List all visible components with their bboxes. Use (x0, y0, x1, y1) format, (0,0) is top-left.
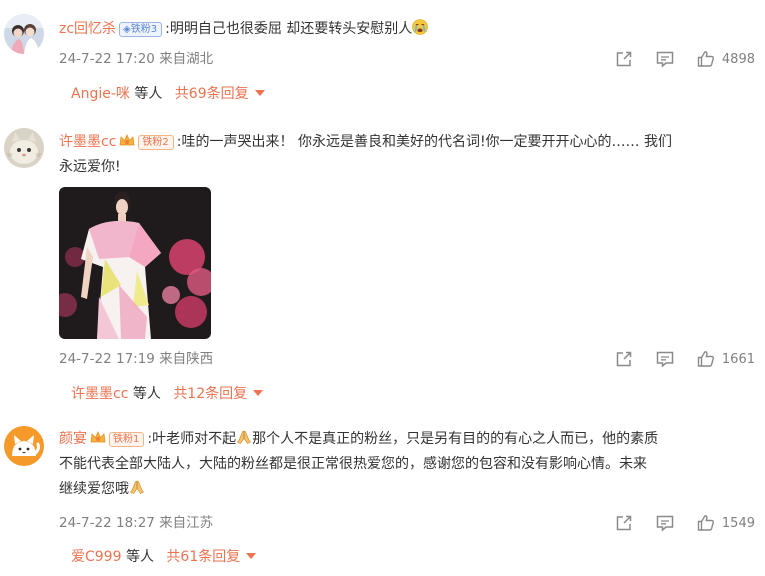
comment-item: zc回忆杀 ◈铁粉3:明明自己也很委屈 却还要转头安慰别人 24-7-22 17:… (0, 0, 765, 120)
comment-body-tail: 继续爱您哦 (59, 481, 129, 497)
praying-hands-emoji (237, 430, 252, 444)
comment-item: 颜宴 铁粉1:叶老师对不起 那个人不是真正的粉丝，只是另有目的的有心之人而已，他的素… (0, 410, 765, 576)
comment-body: :明明自己也很委屈 却还要转头安慰别人 (165, 21, 413, 37)
comment-timestamp: 24-7-22 18:27 来自江苏 (59, 515, 214, 531)
avatar[interactable] (4, 128, 44, 168)
reply-username[interactable]: Angie-咪 (71, 86, 130, 102)
comment-username[interactable]: zc回忆杀 (59, 21, 116, 37)
share-icon[interactable] (614, 349, 634, 369)
reply-count[interactable]: 共69条回复 (175, 86, 249, 102)
like-count: 1549 (721, 515, 755, 531)
share-icon[interactable] (614, 49, 634, 69)
reply-count[interactable]: 共61条回复 (166, 549, 240, 565)
comment-attached-photo[interactable] (59, 187, 211, 339)
praying-hands-emoji (130, 480, 144, 494)
share-icon[interactable] (614, 513, 634, 533)
comment-text: 颜宴 铁粉1:叶老师对不起 那个人不是真正的粉丝，只是另有目的的有心之人而已，他的素… (59, 427, 751, 452)
caret-down-icon[interactable] (253, 390, 264, 396)
comment-meta-row: 24-7-22 17:19 来自陕西 1661 (59, 348, 755, 370)
thumbs-up-icon[interactable] (696, 49, 716, 69)
comment-icon[interactable] (655, 513, 675, 533)
thumbs-up-icon[interactable] (696, 513, 716, 533)
thumbs-up-icon[interactable] (696, 349, 716, 369)
comment-timestamp: 24-7-22 17:20 来自湖北 (59, 51, 214, 67)
like-count: 4898 (721, 51, 755, 67)
comment-body: :哇的一声哭出来！ 你永远是善良和美好的代名词!你一定要开开心心的…… 我们 (176, 134, 673, 150)
reply-connector: 等人 (121, 549, 159, 565)
reply-username[interactable]: 爱C999 (71, 549, 122, 565)
comment-timestamp: 24-7-22 17:19 来自陕西 (59, 351, 214, 367)
comment-icon[interactable] (655, 349, 675, 369)
comment-body-continued: 不能代表全部大陆人，大陆的粉丝都是很正常很热爱您的，感谢您的包容和没有影响心情。… (59, 456, 647, 472)
comment-meta-row: 24-7-22 18:27 来自江苏 1549 (59, 512, 755, 534)
comment-body-continued: 继续爱您哦 (59, 477, 751, 502)
comment-body-continued: 永远爱你! (59, 159, 121, 175)
comment-text: 许墨墨cc 铁粉2:哇的一声哭出来！ 你永远是善良和美好的代名词!你一定要开开心心… (59, 130, 751, 155)
reply-count[interactable]: 共12条回复 (173, 386, 247, 402)
crying-face-emoji (412, 19, 429, 35)
reply-username[interactable]: 许墨墨cc (71, 386, 128, 402)
fan-crown-icon (120, 134, 135, 146)
comment-item: 许墨墨cc 铁粉2:哇的一声哭出来！ 你永远是善良和美好的代名词!你一定要开开心心… (0, 120, 765, 410)
caret-down-icon[interactable] (254, 90, 265, 96)
avatar[interactable] (4, 14, 44, 54)
avatar[interactable] (4, 426, 44, 466)
comment-icon[interactable] (655, 49, 675, 69)
view-replies-link[interactable]: 爱C999 等人 共61条回复 (71, 546, 257, 568)
reply-connector: 等人 (128, 386, 166, 402)
comment-text: zc回忆杀 ◈铁粉3:明明自己也很委屈 却还要转头安慰别人 (59, 17, 751, 42)
view-replies-link[interactable]: 许墨墨cc 等人 共12条回复 (71, 383, 264, 405)
fan-badge: 铁粉2 (138, 135, 174, 150)
like-count: 1661 (721, 351, 755, 367)
comment-username[interactable]: 许墨墨cc (59, 134, 116, 150)
fan-badge: ◈铁粉3 (119, 22, 163, 37)
comment-username[interactable]: 颜宴 (59, 431, 87, 447)
comment-meta-row: 24-7-22 17:20 来自湖北 4898 (59, 48, 755, 70)
view-replies-link[interactable]: Angie-咪 等人 共69条回复 (71, 83, 265, 105)
comment-body: :叶老师对不起 (147, 431, 237, 447)
fan-crown-icon (90, 431, 106, 443)
reply-connector: 等人 (129, 86, 167, 102)
fan-badge: 铁粉1 (109, 432, 145, 447)
comment-body-segment: 那个人不是真正的粉丝，只是另有目的的有心之人而已，他的素质 (252, 431, 659, 447)
caret-down-icon[interactable] (246, 553, 257, 559)
